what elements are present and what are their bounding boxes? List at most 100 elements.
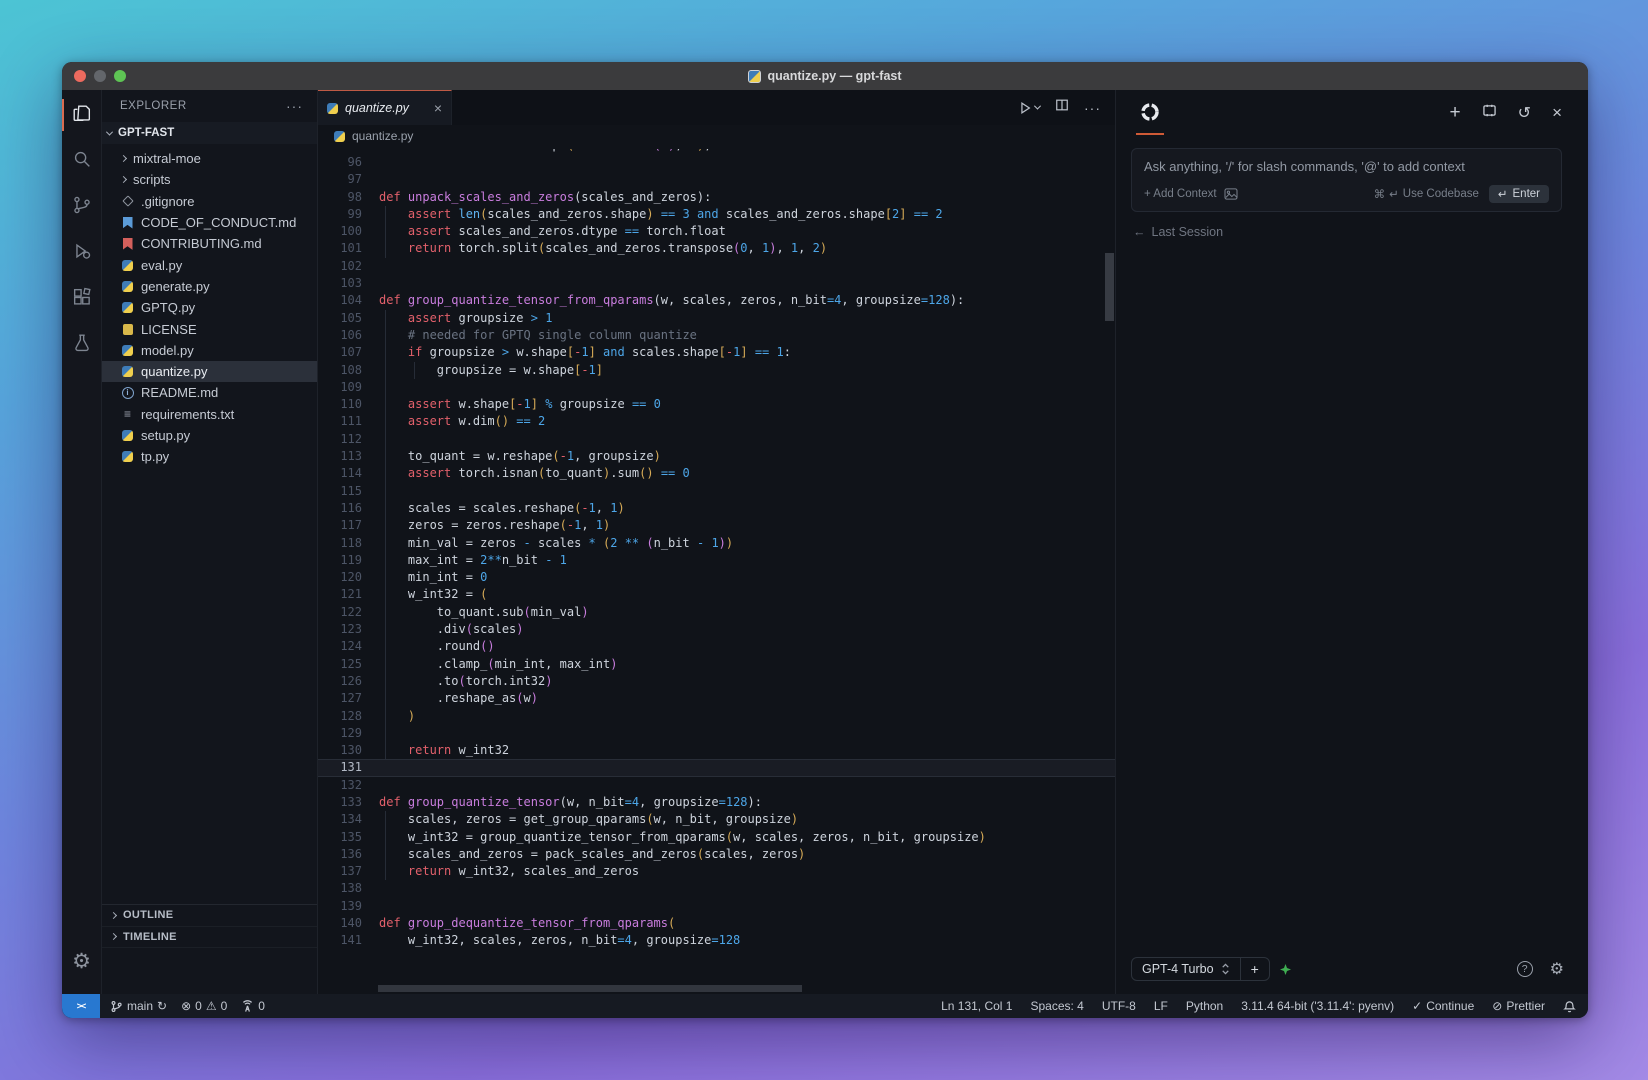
last-session-link[interactable]: ← Last Session xyxy=(1133,225,1588,239)
code-line-137[interactable]: 137 return w_int32, scales_and_zeros xyxy=(318,863,1115,880)
code-line-130[interactable]: 130 return w_int32 xyxy=(318,742,1115,759)
activity-extensions[interactable] xyxy=(62,276,101,322)
minimize-window-button[interactable] xyxy=(94,70,106,82)
code-line-100[interactable]: 100 assert scales_and_zeros.dtype == tor… xyxy=(318,223,1115,240)
explorer-item-contributing-md[interactable]: CONTRIBUTING.md xyxy=(102,233,317,254)
problems-item[interactable]: ⊗ 0 ⚠ 0 xyxy=(181,999,227,1013)
code-line-96[interactable]: 96 xyxy=(318,154,1115,171)
code-line-128[interactable]: 128 ) xyxy=(318,708,1115,725)
eol-item[interactable]: LF xyxy=(1154,999,1168,1013)
chat-input[interactable] xyxy=(1144,159,1549,174)
activity-explorer[interactable] xyxy=(62,92,101,138)
code-line-109[interactable]: 109 xyxy=(318,379,1115,396)
code-line-127[interactable]: 127 .reshape_as(w) xyxy=(318,690,1115,707)
code-line-121[interactable]: 121 w_int32 = ( xyxy=(318,586,1115,603)
code-line-140[interactable]: 140def group_dequantize_tensor_from_qpar… xyxy=(318,915,1115,932)
code-line-122[interactable]: 122 to_quant.sub(min_val) xyxy=(318,604,1115,621)
code-line-103[interactable]: 103 xyxy=(318,275,1115,292)
close-tab-icon[interactable]: × xyxy=(434,100,442,116)
ports-item[interactable]: 0 xyxy=(241,999,265,1013)
explorer-item-license[interactable]: LICENSE xyxy=(102,318,317,339)
prettier-item[interactable]: ⊘ Prettier xyxy=(1492,999,1545,1013)
use-codebase-button[interactable]: ⌘ ↵ Use Codebase xyxy=(1374,187,1479,201)
run-python-file-button[interactable] xyxy=(1018,101,1040,115)
code-line-99[interactable]: 99 assert len(scales_and_zeros.shape) ==… xyxy=(318,206,1115,223)
code-line-138[interactable]: 138 xyxy=(318,880,1115,897)
explorer-item--gitignore[interactable]: .gitignore xyxy=(102,191,317,212)
explorer-item-requirements-txt[interactable]: ≡requirements.txt xyxy=(102,404,317,425)
code-line-108[interactable]: 108 groupsize = w.shape[-1] xyxy=(318,362,1115,379)
activity-search[interactable] xyxy=(62,138,101,184)
new-chat-button[interactable]: + xyxy=(1450,102,1461,124)
zoom-window-button[interactable] xyxy=(114,70,126,82)
add-model-button[interactable]: + xyxy=(1240,958,1269,980)
code-line-129[interactable]: 129 xyxy=(318,725,1115,742)
activity-testing[interactable] xyxy=(62,322,101,368)
code-line-132[interactable]: 132 xyxy=(318,777,1115,794)
help-button[interactable]: ? xyxy=(1517,961,1533,977)
explorer-item-mixtral-moe[interactable]: mixtral-moe xyxy=(102,148,317,169)
vertical-scrollbar[interactable] xyxy=(1105,253,1114,321)
code-line-118[interactable]: 118 min_val = zeros - scales * (2 ** (n_… xyxy=(318,535,1115,552)
code-line-113[interactable]: 113 to_quant = w.reshape(-1, groupsize) xyxy=(318,448,1115,465)
explorer-item-code-of-conduct-md[interactable]: CODE_OF_CONDUCT.md xyxy=(102,212,317,233)
split-editor-button[interactable] xyxy=(1055,98,1069,117)
activity-run-debug[interactable] xyxy=(62,230,101,276)
code-line-97[interactable]: 97 xyxy=(318,171,1115,188)
code-line-114[interactable]: 114 assert torch.isnan(to_quant).sum() =… xyxy=(318,465,1115,482)
expand-frame-button[interactable] xyxy=(1482,104,1497,122)
code-line-119[interactable]: 119 max_int = 2**n_bit - 1 xyxy=(318,552,1115,569)
code-line-123[interactable]: 123 .div(scales) xyxy=(318,621,1115,638)
code-line-112[interactable]: 112 xyxy=(318,431,1115,448)
explorer-root-folder[interactable]: GPT-FAST xyxy=(102,122,317,144)
model-selector[interactable]: GPT-4 Turbo xyxy=(1132,958,1240,980)
code-line-101[interactable]: 101 return torch.split(scales_and_zeros.… xyxy=(318,240,1115,257)
code-line-133[interactable]: 133def group_quantize_tensor(w, n_bit=4,… xyxy=(318,794,1115,811)
code-line-110[interactable]: 110 assert w.shape[-1] % groupsize == 0 xyxy=(318,396,1115,413)
code-line-105[interactable]: 105 assert groupsize > 1 xyxy=(318,310,1115,327)
explorer-item-readme-md[interactable]: iREADME.md xyxy=(102,382,317,403)
code-line-126[interactable]: 126 .to(torch.int32) xyxy=(318,673,1115,690)
code-line-104[interactable]: 104def group_quantize_tensor_from_qparam… xyxy=(318,292,1115,309)
python-interpreter-item[interactable]: 3.11.4 64-bit ('3.11.4': pyenv) xyxy=(1241,999,1394,1013)
encoding-item[interactable]: UTF-8 xyxy=(1102,999,1136,1013)
explorer-item-gptq-py[interactable]: GPTQ.py xyxy=(102,297,317,318)
explorer-item-quantize-py[interactable]: quantize.py xyxy=(102,361,317,382)
code-line-111[interactable]: 111 assert w.dim() == 2 xyxy=(318,413,1115,430)
code-line-131[interactable]: 131 xyxy=(318,759,1115,776)
language-mode-item[interactable]: Python xyxy=(1186,999,1223,1013)
remote-indicator[interactable]: >< xyxy=(62,994,100,1018)
code-line-120[interactable]: 120 min_int = 0 xyxy=(318,569,1115,586)
explorer-item-setup-py[interactable]: setup.py xyxy=(102,425,317,446)
code-line-117[interactable]: 117 zeros = zeros.reshape(-1, 1) xyxy=(318,517,1115,534)
code-line-141[interactable]: 141 w_int32, scales, zeros, n_bit=4, gro… xyxy=(318,932,1115,949)
notifications-bell-icon[interactable] xyxy=(1563,1000,1576,1013)
explorer-item-scripts[interactable]: scripts xyxy=(102,169,317,190)
tab-quantize-py[interactable]: quantize.py × xyxy=(318,90,452,125)
explorer-item-tp-py[interactable]: tp.py xyxy=(102,446,317,467)
horizontal-scrollbar[interactable] xyxy=(378,985,802,992)
code-line-139[interactable]: 139 xyxy=(318,898,1115,915)
code-line-116[interactable]: 116 scales = scales.reshape(-1, 1) xyxy=(318,500,1115,517)
outline-section[interactable]: OUTLINE xyxy=(102,905,317,927)
close-window-button[interactable] xyxy=(74,70,86,82)
continue-item[interactable]: ✓ Continue xyxy=(1412,999,1474,1013)
code-area[interactable]: 95 scales.reshape(scales.size(0), 1),969… xyxy=(318,147,1115,994)
code-line-134[interactable]: 134 scales, zeros = get_group_qparams(w,… xyxy=(318,811,1115,828)
code-line-135[interactable]: 135 w_int32 = group_quantize_tensor_from… xyxy=(318,829,1115,846)
code-line-136[interactable]: 136 scales_and_zeros = pack_scales_and_z… xyxy=(318,846,1115,863)
cursor-position-item[interactable]: Ln 131, Col 1 xyxy=(941,999,1012,1013)
explorer-more-actions[interactable]: ··· xyxy=(286,98,303,114)
chat-tab[interactable] xyxy=(1136,90,1164,135)
activity-settings[interactable]: ⚙ xyxy=(62,938,101,984)
add-context-button[interactable]: + Add Context xyxy=(1144,188,1238,200)
git-branch-item[interactable]: main ↻ xyxy=(110,999,167,1013)
timeline-section[interactable]: TIMELINE xyxy=(102,927,317,949)
more-actions-button[interactable]: ··· xyxy=(1084,100,1101,116)
code-line-98[interactable]: 98def unpack_scales_and_zeros(scales_and… xyxy=(318,189,1115,206)
indentation-item[interactable]: Spaces: 4 xyxy=(1030,999,1083,1013)
enter-button[interactable]: ↵ Enter xyxy=(1489,185,1549,203)
image-attach-icon[interactable] xyxy=(1224,188,1238,200)
explorer-item-generate-py[interactable]: generate.py xyxy=(102,276,317,297)
code-line-107[interactable]: 107 if groupsize > w.shape[-1] and scale… xyxy=(318,344,1115,361)
